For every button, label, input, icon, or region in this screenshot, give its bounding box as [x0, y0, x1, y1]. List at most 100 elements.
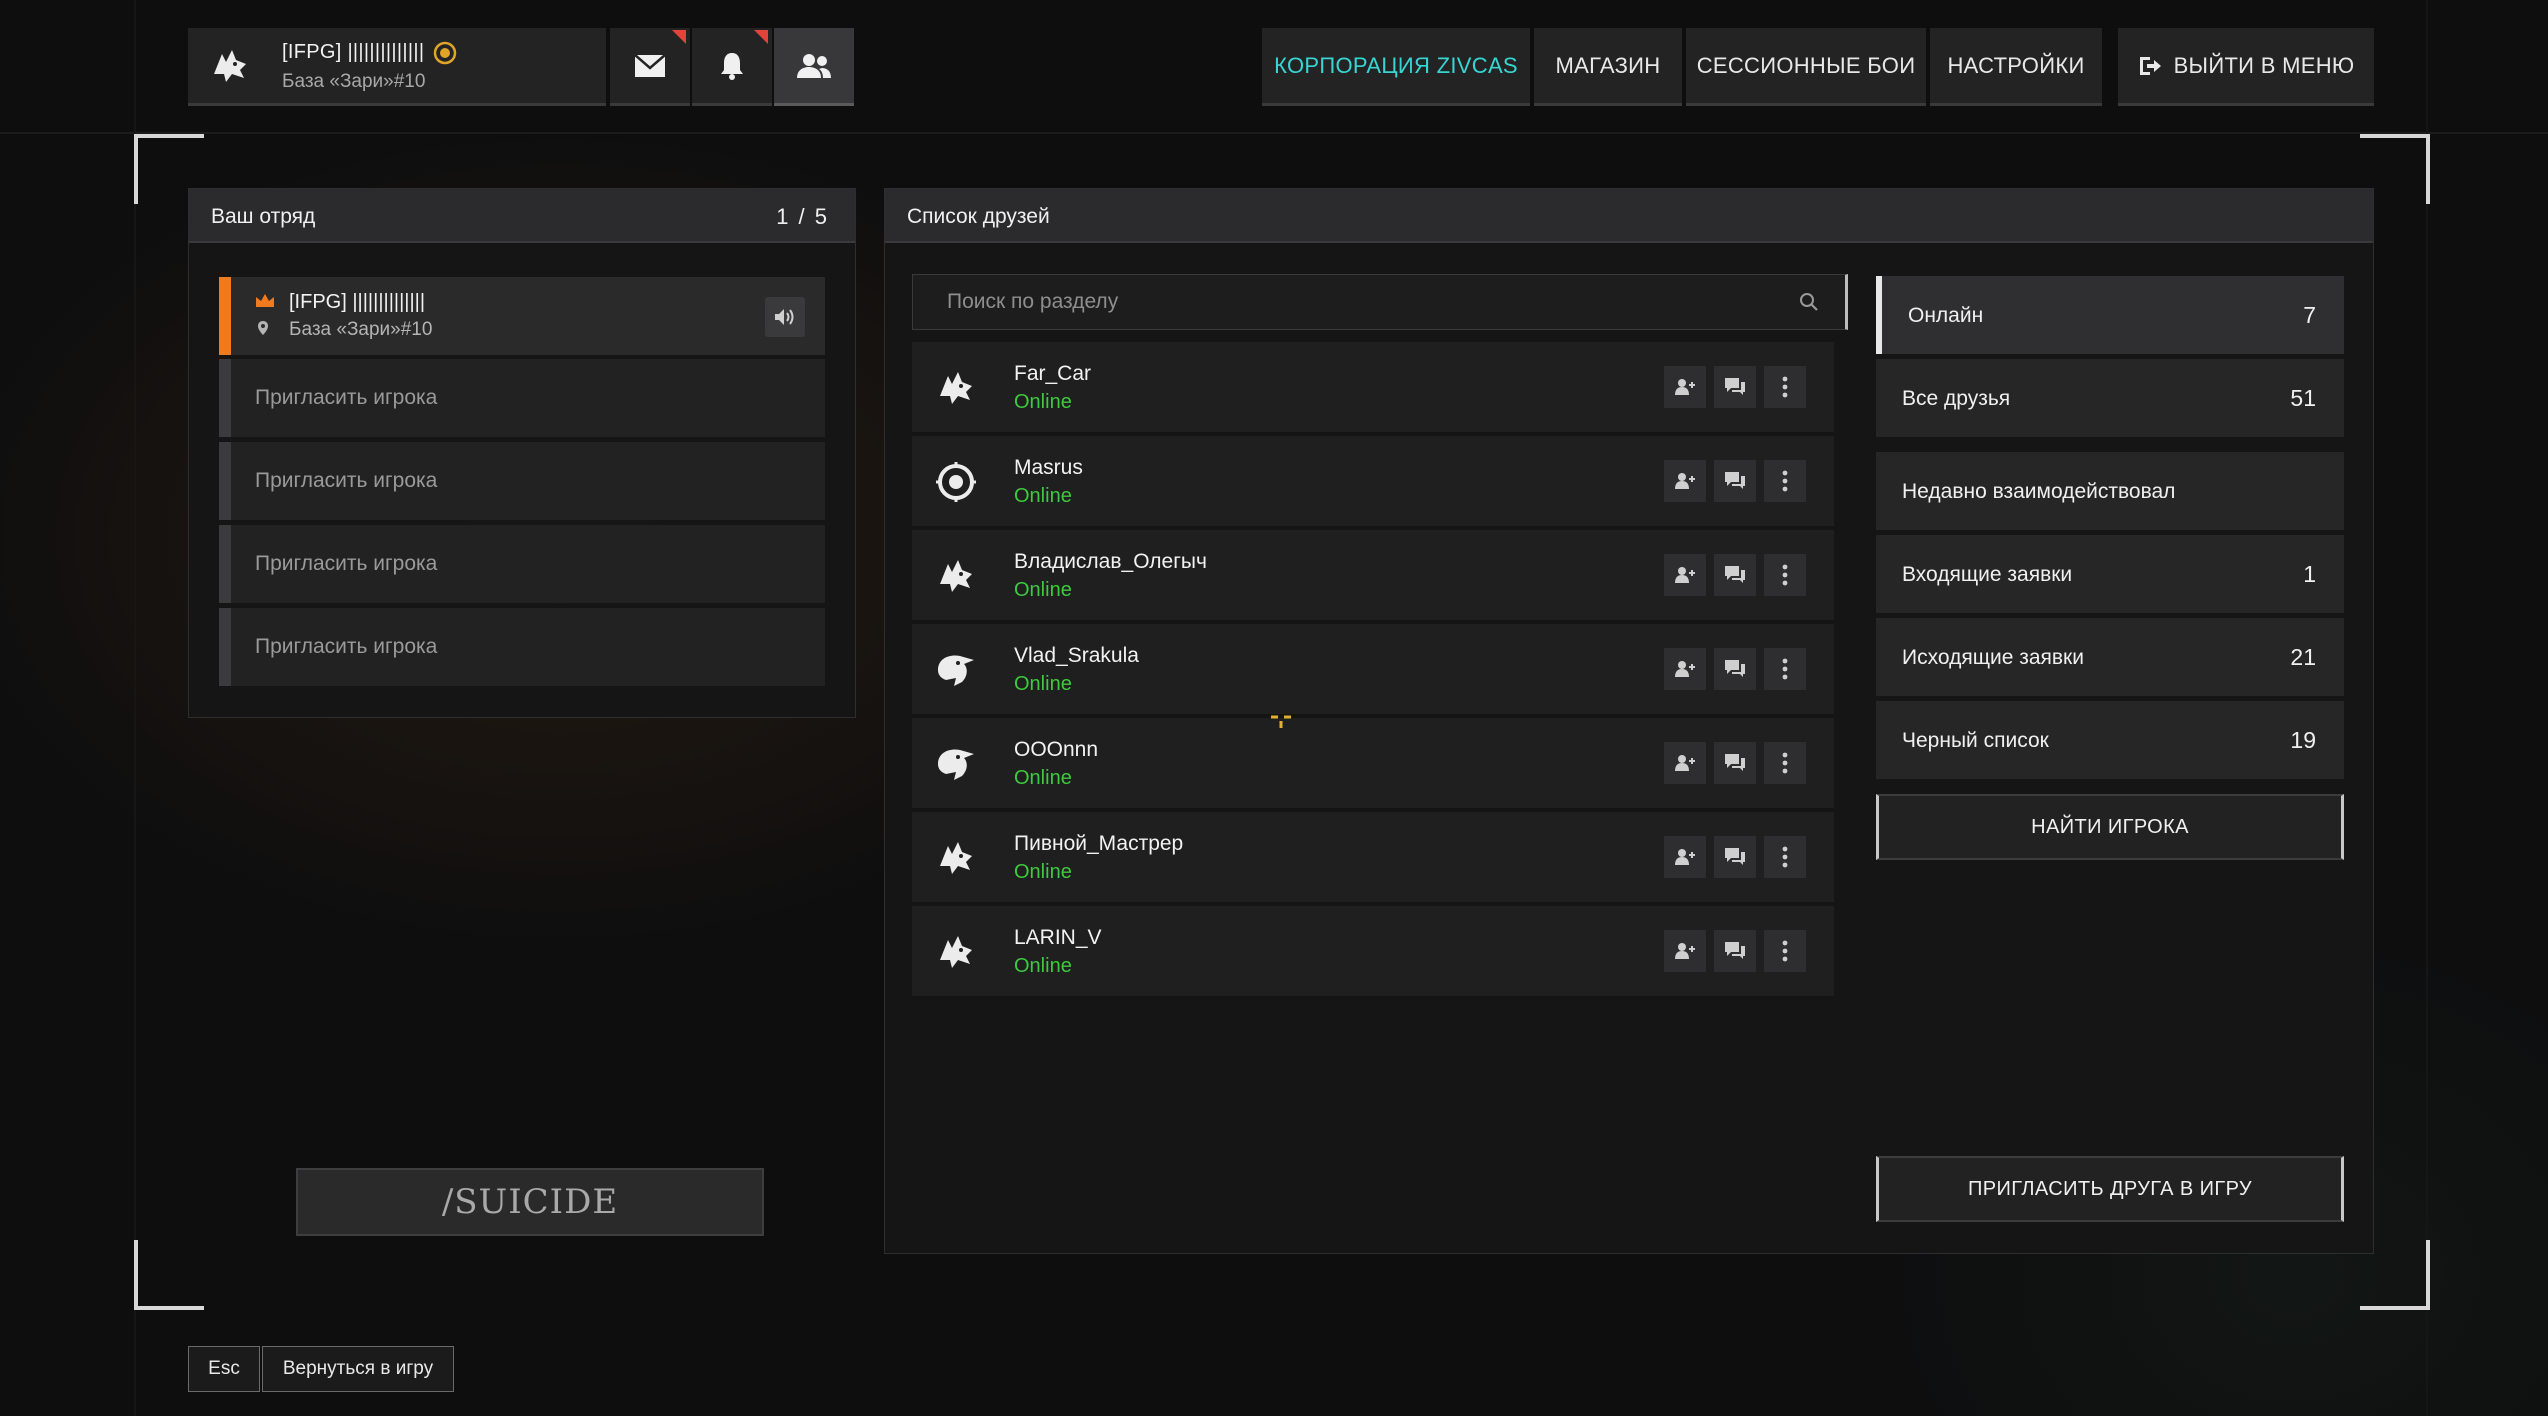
chat-icon [1724, 659, 1746, 679]
friend-row[interactable]: Vlad_Srakula Online [912, 624, 1834, 716]
mail-button[interactable] [610, 28, 690, 106]
location-pin-icon [257, 320, 269, 336]
wolf-head-icon [934, 554, 978, 598]
more-vertical-icon [1782, 376, 1788, 398]
suicide-button[interactable]: /SUICIDE [296, 1168, 764, 1236]
add-to-squad-button[interactable] [1664, 460, 1706, 502]
more-options-button[interactable] [1764, 648, 1806, 690]
chat-button[interactable] [1714, 460, 1756, 502]
crown-icon [255, 293, 275, 309]
right-guide-line [2426, 0, 2428, 1416]
category-blacklist[interactable]: Черный список 19 [1876, 701, 2344, 779]
chat-button[interactable] [1714, 648, 1756, 690]
nav-corporation[interactable]: КОРПОРАЦИЯ ZIVCAS [1262, 28, 1530, 106]
nav-shop[interactable]: МАГАЗИН [1534, 28, 1682, 106]
category-incoming-requests[interactable]: Входящие заявки 1 [1876, 535, 2344, 613]
friend-name: LARIN_V [1014, 926, 1102, 949]
search-input[interactable] [913, 275, 1845, 329]
eagle-head-icon [934, 742, 978, 786]
invite-friend-button[interactable]: ПРИГЛАСИТЬ ДРУГА В ИГРУ [1876, 1156, 2344, 1222]
chat-button[interactable] [1714, 836, 1756, 878]
left-guide-line [134, 0, 136, 1416]
category-all-friends[interactable]: Все друзья 51 [1876, 359, 2344, 437]
category-label: Входящие заявки [1902, 563, 2073, 586]
emblem-icon [934, 460, 978, 504]
more-options-button[interactable] [1764, 742, 1806, 784]
add-to-squad-button[interactable] [1664, 648, 1706, 690]
squad-leader[interactable]: [IFPG] |||||||||||||| База «Зари»#10 [219, 277, 825, 355]
add-user-icon [1674, 472, 1696, 490]
add-user-icon [1674, 378, 1696, 396]
add-to-squad-button[interactable] [1664, 554, 1706, 596]
friend-name: Владислав_Олегыч [1014, 550, 1207, 573]
category-label: Черный список [1902, 729, 2049, 752]
chat-icon [1724, 941, 1746, 961]
add-to-squad-button[interactable] [1664, 742, 1706, 784]
leader-location: База «Зари»#10 [289, 319, 433, 340]
exit-label: ВЫЙТИ В МЕНЮ [2173, 52, 2355, 78]
invite-player-slot-2[interactable]: Пригласить игрока [219, 442, 825, 520]
voice-toggle-button[interactable] [765, 297, 805, 337]
leader-name: [IFPG] |||||||||||||| [289, 291, 426, 313]
friends-search [912, 274, 1848, 330]
more-options-button[interactable] [1764, 930, 1806, 972]
chat-button[interactable] [1714, 554, 1756, 596]
nav-session-battles[interactable]: СЕССИОННЫЕ БОИ [1686, 28, 1926, 106]
more-options-button[interactable] [1764, 554, 1806, 596]
esc-key-hint[interactable]: Esc [188, 1346, 260, 1392]
notifications-button[interactable] [692, 28, 772, 106]
wolf-head-icon [934, 930, 978, 974]
friend-row[interactable]: Пивной_Мастрер Online [912, 812, 1834, 904]
users-icon [795, 52, 833, 80]
cursor-crosshair-icon [1270, 714, 1292, 730]
friend-row[interactable]: LARIN_V Online [912, 906, 1834, 998]
category-count: 51 [2290, 385, 2316, 411]
eagle-head-icon [934, 648, 978, 692]
invite-player-slot-1[interactable]: Пригласить игрока [219, 359, 825, 437]
player-profile[interactable]: [IFPG] |||||||||||||| База «Зари»#10 [188, 28, 606, 106]
category-label: Исходящие заявки [1902, 646, 2084, 669]
add-to-squad-button[interactable] [1664, 836, 1706, 878]
add-to-squad-button[interactable] [1664, 366, 1706, 408]
wolf-head-icon [934, 836, 978, 880]
search-icon[interactable] [1799, 292, 1819, 312]
envelope-icon [634, 53, 666, 78]
category-count: 1 [2303, 561, 2316, 587]
add-to-squad-button[interactable] [1664, 930, 1706, 972]
friend-row[interactable]: Владислав_Олегыч Online [912, 530, 1834, 622]
friends-button[interactable] [774, 28, 854, 106]
friend-row[interactable]: OOOnnn Online [912, 718, 1834, 810]
invite-player-slot-4[interactable]: Пригласить игрока [219, 608, 825, 686]
return-to-game-button[interactable]: Вернуться в игру [262, 1346, 454, 1392]
frame-corner-bottom-left [134, 1240, 204, 1310]
exit-to-menu-button[interactable]: ВЫЙТИ В МЕНЮ [2118, 28, 2374, 106]
find-player-button[interactable]: НАЙТИ ИГРОКА [1876, 794, 2344, 860]
wolf-head-icon [208, 44, 252, 88]
chat-button[interactable] [1714, 366, 1756, 408]
category-outgoing-requests[interactable]: Исходящие заявки 21 [1876, 618, 2344, 696]
chat-button[interactable] [1714, 742, 1756, 784]
more-options-button[interactable] [1764, 836, 1806, 878]
friend-row[interactable]: Far_Car Online [912, 342, 1834, 434]
nav-settings[interactable]: НАСТРОЙКИ [1930, 28, 2102, 106]
more-options-button[interactable] [1764, 366, 1806, 408]
bell-icon [719, 51, 745, 81]
more-options-button[interactable] [1764, 460, 1806, 502]
friend-row[interactable]: Masrus Online [912, 436, 1834, 528]
top-divider [0, 132, 2548, 134]
category-label: Все друзья [1902, 387, 2011, 410]
chat-button[interactable] [1714, 930, 1756, 972]
squad-header: Ваш отряд 1 / 5 [189, 189, 855, 243]
friend-status: Online [1014, 861, 1072, 883]
friend-status: Online [1014, 485, 1072, 507]
category-count: 21 [2290, 644, 2316, 670]
speaker-icon [774, 308, 796, 326]
category-recent[interactable]: Недавно взаимодействовал [1876, 452, 2344, 530]
exit-icon [2138, 55, 2162, 77]
invite-player-slot-3[interactable]: Пригласить игрока [219, 525, 825, 603]
friend-name: Masrus [1014, 456, 1083, 479]
category-count: 19 [2290, 727, 2316, 753]
more-vertical-icon [1782, 658, 1788, 680]
category-online[interactable]: Онлайн 7 [1876, 276, 2344, 354]
chat-icon [1724, 377, 1746, 397]
